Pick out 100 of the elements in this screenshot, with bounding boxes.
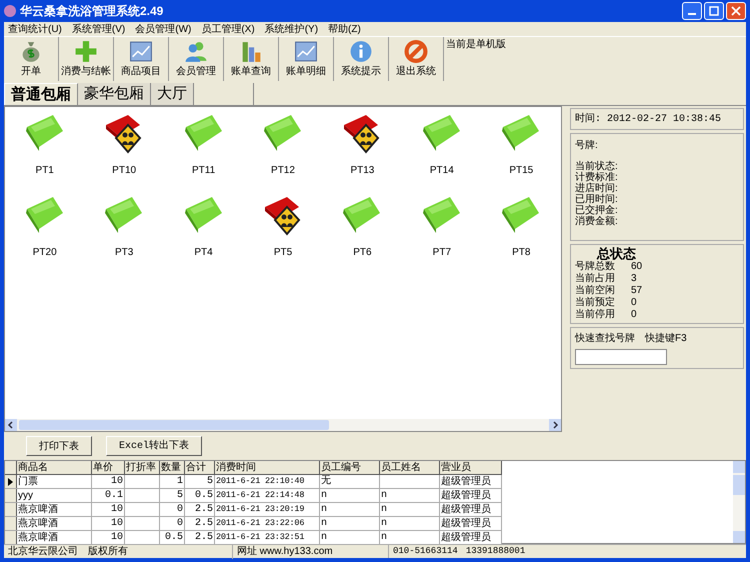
column-header[interactable]: 打折率 [125,461,160,474]
table-cell: 5 [185,475,215,488]
toolbar-button[interactable]: 消费与结帐 [59,37,114,81]
close-icon [731,6,741,16]
maximize-icon [709,6,719,16]
table-cell: 5 [160,489,185,502]
stat-label: 当前空闲 [575,285,616,296]
column-header[interactable]: 合计 [185,461,215,474]
action-button[interactable]: Excel转出下表 [106,436,202,456]
input-field[interactable] [575,349,667,365]
horizontal-scrollbar[interactable] [5,419,561,431]
table-cell: 2011-6-21 22:14:48 [215,489,320,502]
menu-item[interactable]: 查询统计(U) [8,22,62,36]
stat-value: 0 [631,297,637,309]
tab[interactable]: 普通包厢 [4,83,78,105]
status-text: 13391888001 [464,544,526,558]
menu-item[interactable]: 帮助(Z) [328,22,361,36]
field-label: 当前状态: [575,161,619,172]
table-cell: 2.5 [185,517,215,530]
close-button[interactable] [726,2,746,20]
room-tile[interactable]: PT10 [84,109,164,191]
vertical-scrollbar[interactable] [733,461,745,543]
room-tile[interactable]: PT1 [5,109,84,191]
current-row-icon [8,478,13,486]
info-icon [348,39,374,64]
status-text: 北京华云限公司 [7,544,79,559]
toolbar-button[interactable]: 退出系统 [389,37,444,81]
toolbar-button[interactable]: 商品项目 [114,37,169,81]
status-text: 版权所有 [87,544,129,559]
room-tile[interactable]: PT12 [243,109,323,191]
column-header[interactable]: 数量 [160,461,185,474]
table-cell: 10 [92,517,125,530]
room-tile[interactable]: PT11 [164,109,244,191]
table-cell: 0 [160,517,185,530]
room-tile[interactable]: PT20 [5,191,84,273]
field-label: 进店时间: [575,183,619,194]
column-header[interactable]: 员工姓名 [380,461,440,474]
table-cell: n [320,489,380,502]
field-label: 消费金额: [575,216,619,227]
table-cell: 超级管理员 [440,517,502,530]
room-tile[interactable]: PT4 [164,191,244,273]
room-tile[interactable]: PT8 [482,191,561,273]
room-tile[interactable]: PT5 [243,191,323,273]
room-tile[interactable]: PT14 [402,109,482,191]
row-selector[interactable] [5,517,17,530]
table-cell: 2011-6-21 23:20:19 [215,503,320,516]
field-label: 已交押金: [575,205,619,216]
table-cell: 10 [92,503,125,516]
column-header[interactable]: 员工编号 [320,461,380,474]
tab[interactable]: 大厅 [151,83,194,105]
stat-value: 57 [631,285,642,297]
quick-find-label: 快速查找号牌 [575,332,635,346]
table-cell: 超级管理员 [440,489,502,502]
menu-item[interactable]: 会员管理(W) [135,22,192,36]
menu-item[interactable]: 系统管理(V) [72,22,126,36]
table-cell: 0.5 [160,531,185,544]
row-selector[interactable] [5,503,17,516]
action-button[interactable]: 打印下表 [26,436,92,456]
row-selector[interactable] [5,489,17,502]
toolbar-button[interactable]: 账单查询 [224,37,279,81]
room-tile[interactable]: PT3 [84,191,164,273]
scroll-right-icon [549,419,561,431]
stat-value: 60 [631,261,642,273]
room-tile[interactable]: PT13 [322,109,402,191]
maximize-button[interactable] [704,2,724,20]
toolbar-button[interactable]: 系统提示 [334,37,389,81]
table-cell: 0.1 [92,489,125,502]
row-selector[interactable] [5,475,17,488]
table-cell: 2011-6-21 22:10:40 [215,475,320,488]
table-cell: 燕京啤酒 [17,517,92,530]
table-cell: 0.5 [185,489,215,502]
tab[interactable]: 豪华包厢 [78,83,151,105]
toolbar-button[interactable]: 会员管理 [169,37,224,81]
toolbar-button[interactable]: 开单 [4,37,59,81]
column-header[interactable]: 消费时间 [215,461,320,474]
field-label: 计费标准: [575,172,619,183]
menu-item[interactable]: 员工管理(X) [201,22,255,36]
table-cell: 1 [160,475,185,488]
prohibited-icon [403,39,429,64]
minimize-button[interactable] [682,2,702,20]
column-header[interactable]: 营业员 [440,461,502,474]
room-tile[interactable]: PT7 [402,191,482,273]
table-cell: 2.5 [185,531,215,544]
row-selector[interactable] [5,531,17,544]
minimize-icon [688,13,696,15]
room-tile[interactable]: PT6 [322,191,402,273]
table-cell: 超级管理员 [440,475,502,488]
table-cell: 燕京啤酒 [17,531,92,544]
status-text: 网址 www.hy133.com [232,544,384,559]
users-icon [183,39,209,64]
room-tile[interactable]: PT15 [482,109,561,191]
stat-value: 0 [631,309,637,321]
column-header[interactable]: 商品名 [17,461,92,474]
shortcut-hint: 快捷键F3 [645,332,687,346]
summary-title: 总状态 [596,247,637,261]
toolbar-button[interactable]: 账单明细 [279,37,334,81]
table-cell: yyy [17,489,92,502]
menu-item[interactable]: 系统维护(Y) [264,22,318,36]
table-cell: 超级管理员 [440,503,502,516]
column-header[interactable]: 单价 [92,461,125,474]
